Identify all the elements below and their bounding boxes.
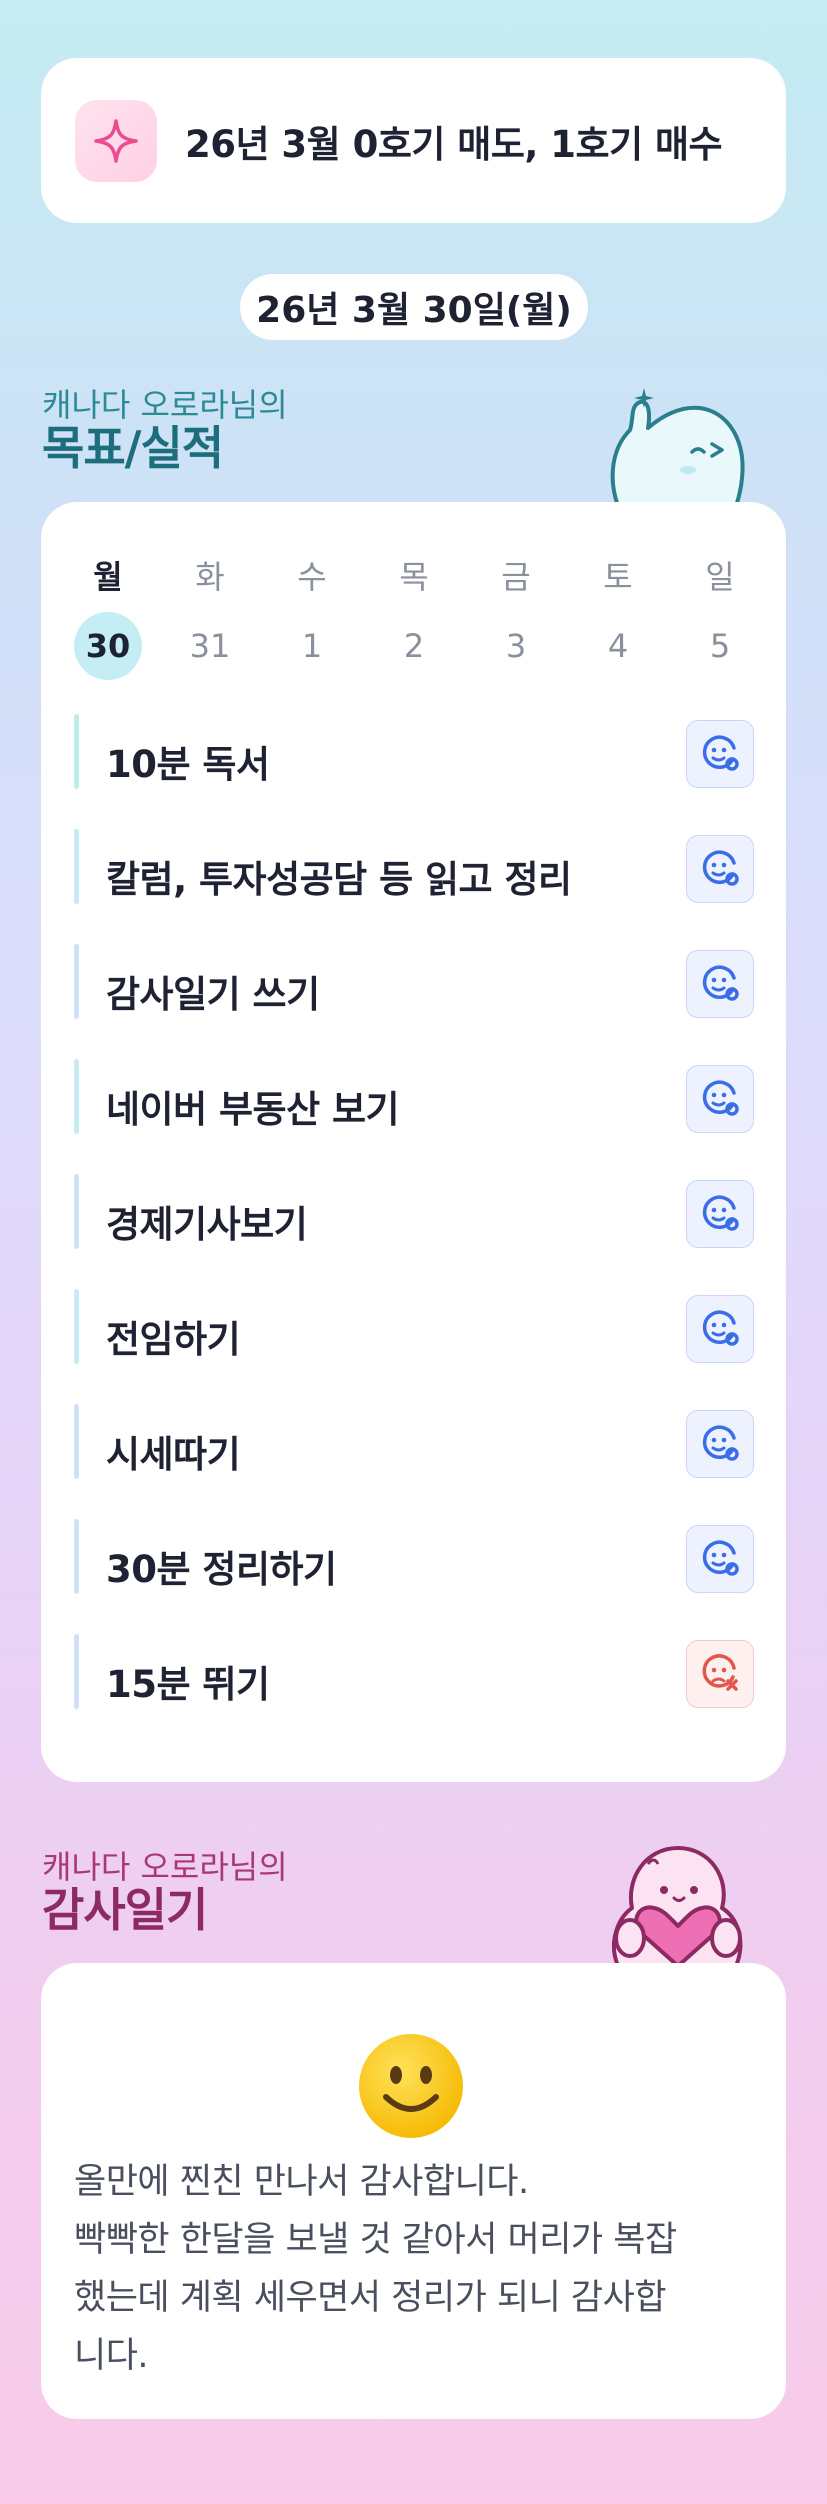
goal-label: 30분 정리하기 [106,1548,337,1591]
smiling-face-icon [356,2031,466,2141]
goal-done-icon[interactable] [686,720,754,788]
goal-item[interactable]: 시세따기 [74,1404,754,1479]
goal-done-icon[interactable] [686,1180,754,1248]
goal-item[interactable]: 네이버 부동산 보기 [74,1059,754,1134]
day-number: 3 [505,627,527,665]
day-name: 화 [195,558,225,596]
day-number: 30 [74,612,142,680]
day-name: 수 [297,558,327,596]
goal-item[interactable]: 경제기사보기 [74,1174,754,1249]
day-number: 1 [301,627,323,665]
goal-item[interactable]: 30분 정리하기 [74,1519,754,1594]
goal-label: 전임하기 [106,1318,241,1361]
goal-label: 15분 뛰기 [106,1663,270,1706]
goal-done-icon[interactable] [686,950,754,1018]
goal-accent-bar [74,1289,79,1364]
banner-text: 26년 3월 0호기 매도, 1호기 매수 [185,122,723,166]
goals-title: 목표/실적 [42,421,224,475]
mascot-heart-icon [598,1838,753,1972]
day-name: 월 [93,558,123,596]
goal-list: 10분 독서칼럼, 투자성공담 등 읽고 정리감사일기 쓰기네이버 부동산 보기… [74,714,754,1749]
goal-label: 경제기사보기 [106,1203,308,1246]
goal-item[interactable]: 칼럼, 투자성공담 등 읽고 정리 [74,829,754,904]
goal-done-icon[interactable] [686,1525,754,1593]
goal-accent-bar [74,1404,79,1479]
goal-accent-bar [74,1634,79,1709]
day-name: 목 [399,558,429,596]
sparkle-icon [75,99,157,182]
day-name: 일 [705,558,735,596]
goals-card: 월 30 화 31 수 1 목 2 금 3 토 4 일 5 10분 독서 칼럼, 투자성공담 등 읽고 정리… [41,502,786,1782]
day-number: 4 [607,627,629,665]
goal-label: 시세따기 [106,1433,241,1476]
day-name: 토 [603,558,633,596]
goal-done-icon[interactable] [686,1410,754,1478]
goal-failed-icon[interactable] [686,1640,754,1708]
announcement-banner[interactable]: 26년 3월 0호기 매도, 1호기 매수 [41,58,786,223]
goal-accent-bar [74,1174,79,1249]
diary-title: 감사일기 [42,1883,208,1937]
selected-date[interactable]: 26년 3월 30일(월) [240,274,588,340]
goal-item[interactable]: 감사일기 쓰기 [74,944,754,1019]
day-name: 금 [501,558,531,596]
day-2[interactable]: 목2 [378,552,450,680]
goal-label: 네이버 부동산 보기 [106,1088,400,1131]
goal-item[interactable]: 10분 독서 [74,714,754,789]
goal-accent-bar [74,1059,79,1134]
goal-accent-bar [74,1519,79,1594]
day-3[interactable]: 금3 [480,552,552,680]
goal-label: 감사일기 쓰기 [106,973,320,1016]
goal-accent-bar [74,944,79,1019]
goal-accent-bar [74,829,79,904]
goal-accent-bar [74,714,79,789]
day-4[interactable]: 토4 [582,552,654,680]
day-number: 2 [403,627,425,665]
goal-label: 칼럼, 투자성공담 등 읽고 정리 [106,858,572,901]
day-30[interactable]: 월 30 [72,552,144,680]
goal-done-icon[interactable] [686,1065,754,1133]
day-5[interactable]: 일5 [684,552,756,680]
goal-item[interactable]: 15분 뛰기 [74,1634,754,1709]
week-selector: 월 30 화 31 수 1 목 2 금 3 토 4 일 5 [72,552,756,680]
mascot-thumbs-up-icon [600,378,750,512]
gratitude-diary-card: 올만에 찐친 만나서 감사합니다. 빡빡한 한달을 보낼 것 같아서 머리가 복… [41,1963,786,2419]
day-1[interactable]: 수1 [276,552,348,680]
day-number: 5 [709,627,731,665]
day-number: 31 [189,627,231,665]
goal-done-icon[interactable] [686,1295,754,1363]
goal-done-icon[interactable] [686,835,754,903]
goal-label: 10분 독서 [106,743,270,786]
goal-item[interactable]: 전임하기 [74,1289,754,1364]
diary-entry-text: 올만에 찐친 만나서 감사합니다. 빡빡한 한달을 보낼 것 같아서 머리가 복… [74,2162,677,2376]
day-31[interactable]: 화 31 [174,552,246,680]
